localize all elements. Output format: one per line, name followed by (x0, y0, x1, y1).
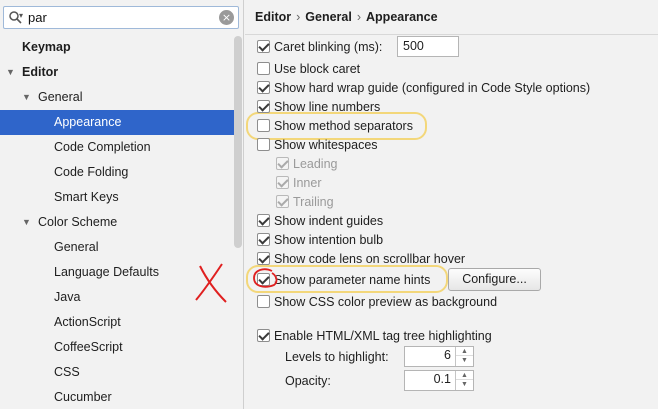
option-label: Show parameter name hints (274, 273, 431, 287)
tree-item-color-scheme[interactable]: ▼ Color Scheme (0, 210, 234, 235)
appearance-settings-panel: Editor › General › Appearance Caret blinking… (245, 0, 658, 409)
trailing-checkbox (276, 195, 289, 208)
option-label: Show hard wrap guide (configured in Code… (274, 81, 591, 95)
decrement-arrow-icon[interactable]: ▼ (456, 380, 473, 389)
option-label: Show method separators (274, 119, 413, 133)
indent-guides-checkbox[interactable] (257, 214, 270, 227)
opacity-label: Opacity: (285, 374, 331, 388)
caret-blinking-input[interactable]: 500 (397, 36, 459, 57)
code-lens-checkbox[interactable] (257, 252, 270, 265)
option-label: Inner (293, 176, 322, 190)
tree-item-label: Language Defaults (54, 265, 159, 279)
option-label: Show CSS color preview as background (274, 295, 498, 309)
tree-item-label: Code Completion (54, 140, 151, 154)
breadcrumb-separator: › (356, 10, 362, 24)
tree-item-keymap[interactable]: Keymap (0, 35, 234, 60)
line-numbers-checkbox[interactable] (257, 100, 270, 113)
tree-item-smart-keys[interactable]: Smart Keys (0, 185, 234, 210)
tree-item-editor[interactable]: ▼ Editor (0, 60, 234, 85)
expand-arrow-icon[interactable]: ▼ (6, 60, 15, 85)
option-label: Show code lens on scrollbar hover (274, 252, 466, 266)
tree-item-label: Keymap (22, 40, 71, 54)
caret-blinking-checkbox[interactable] (257, 40, 270, 53)
block-caret-checkbox[interactable] (257, 62, 270, 75)
option-label: Use block caret (274, 62, 361, 76)
method-separators-checkbox[interactable] (257, 119, 270, 132)
breadcrumb-editor: Editor (255, 10, 292, 24)
divider (245, 34, 658, 35)
tree-item-label: Color Scheme (38, 215, 118, 229)
settings-search-field[interactable]: ▾ par × (3, 6, 239, 29)
inner-checkbox (276, 176, 289, 189)
increment-arrow-icon[interactable]: ▲ (456, 347, 473, 356)
tree-item-label: Appearance (54, 115, 122, 129)
decrement-arrow-icon[interactable]: ▼ (456, 356, 473, 365)
clear-search-icon[interactable]: × (219, 10, 234, 25)
tree-item-coffeescript[interactable]: CoffeeScript (0, 335, 234, 360)
tree-item-general[interactable]: ▼ General (0, 85, 234, 110)
hard-wrap-checkbox[interactable] (257, 81, 270, 94)
breadcrumb-separator: › (296, 10, 301, 24)
levels-value[interactable]: 6 (444, 348, 451, 362)
breadcrumb-appearance: Appearance (366, 10, 438, 24)
tree-item-label: ActionScript (54, 315, 121, 329)
increment-arrow-icon[interactable]: ▲ (456, 371, 473, 380)
intention-bulb-checkbox[interactable] (257, 233, 270, 246)
css-color-preview-checkbox[interactable] (257, 295, 270, 308)
opacity-spinner[interactable]: 0.1 ▲ ▼ (404, 370, 474, 391)
tree-scrollbar[interactable] (234, 36, 242, 248)
option-label: Caret blinking (ms): (274, 40, 383, 54)
red-x-annotation (195, 263, 227, 303)
levels-label: Levels to highlight: (285, 350, 389, 364)
option-label: Trailing (293, 195, 334, 209)
expand-arrow-icon[interactable]: ▼ (22, 210, 31, 235)
opacity-value[interactable]: 0.1 (434, 372, 451, 386)
tree-item-label: CSS (54, 365, 80, 379)
tag-tree-checkbox[interactable] (257, 329, 270, 342)
tree-item-label: General (38, 90, 83, 104)
settings-tree-panel: ▾ par × Keymap ▼ Editor ▼ General Appear… (0, 0, 244, 409)
expand-arrow-icon[interactable]: ▼ (22, 85, 31, 110)
option-label: Show indent guides (274, 214, 384, 228)
tree-item-label: General (54, 240, 99, 254)
option-label: Enable HTML/XML tag tree highlighting (274, 329, 492, 343)
tree-item-code-completion[interactable]: Code Completion (0, 135, 234, 160)
option-label: Show line numbers (274, 100, 381, 114)
option-label: Leading (293, 157, 338, 171)
breadcrumb-general: General (305, 10, 352, 24)
whitespaces-checkbox[interactable] (257, 138, 270, 151)
option-label: Show whitespaces (274, 138, 378, 152)
tree-item-label: Code Folding (54, 165, 129, 179)
red-circle-annotation (253, 268, 278, 288)
tree-item-label: Editor (22, 65, 59, 79)
tree-item-code-folding[interactable]: Code Folding (0, 160, 234, 185)
levels-spinner[interactable]: 6 ▲ ▼ (404, 346, 474, 367)
tree-item-label: Cucumber (54, 390, 112, 404)
tree-item-label: Java (54, 290, 81, 304)
leading-checkbox (276, 157, 289, 170)
tree-item-label: CoffeeScript (54, 340, 123, 354)
spinner-buttons: ▲ ▼ (455, 371, 473, 390)
configure-button[interactable]: Configure... (448, 268, 541, 291)
tree-item-color-general[interactable]: General (0, 235, 234, 260)
search-input[interactable]: par (28, 10, 47, 25)
search-history-dropdown-icon[interactable]: ▾ (19, 11, 23, 20)
option-label: Show intention bulb (274, 233, 384, 247)
tree-item-appearance[interactable]: Appearance (0, 110, 234, 135)
tree-item-css[interactable]: CSS (0, 360, 234, 385)
breadcrumb: Editor › General › Appearance (255, 10, 438, 24)
tree-item-actionscript[interactable]: ActionScript (0, 310, 234, 335)
tree-item-label: Smart Keys (54, 190, 119, 204)
tree-item-cucumber[interactable]: Cucumber (0, 385, 234, 409)
spinner-buttons: ▲ ▼ (455, 347, 473, 366)
